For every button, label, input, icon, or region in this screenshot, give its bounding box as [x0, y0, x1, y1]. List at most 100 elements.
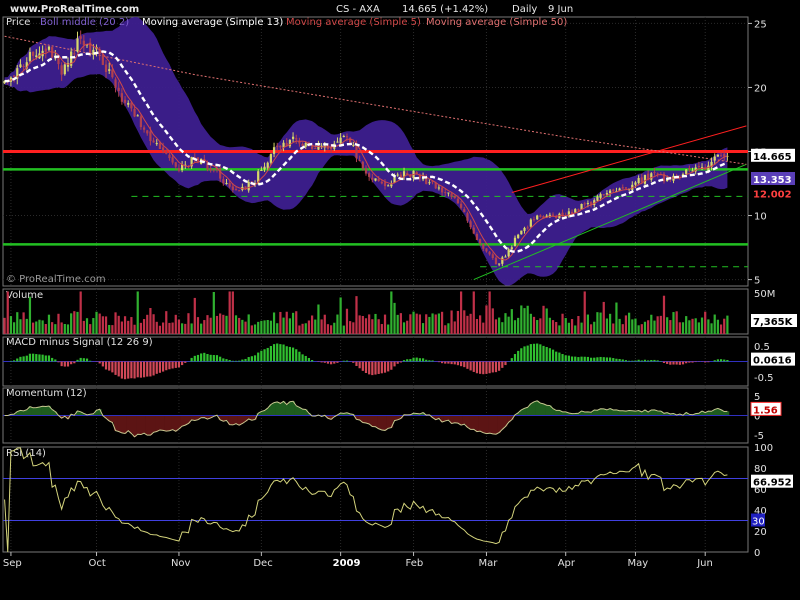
candle-body [459, 203, 463, 208]
candle-body [523, 227, 526, 231]
candle-body [653, 172, 656, 174]
macd-bar [215, 355, 219, 362]
macd-bar [631, 360, 634, 362]
macd-bar [285, 346, 288, 362]
momentum-fill [560, 411, 565, 416]
momentum-fill [370, 415, 375, 427]
macd-bar [104, 361, 108, 370]
candle-body [482, 243, 485, 249]
momentum-fill [155, 415, 159, 432]
volume-bar [390, 291, 393, 334]
volume-bar [507, 316, 510, 334]
volume-bar [501, 322, 504, 334]
candle-body [120, 93, 123, 102]
watermark: © ProRealTime.com [6, 274, 106, 285]
volume-bar [247, 314, 250, 334]
macd-bar [288, 346, 292, 362]
momentum-fill [41, 406, 45, 416]
candle-body [428, 182, 431, 184]
candle-body [158, 142, 162, 149]
candle-body [279, 145, 282, 148]
candle-body [101, 54, 104, 65]
volume-bar [82, 320, 85, 334]
macd-bar [444, 361, 447, 364]
panel-frames [2, 16, 749, 553]
macd-bar [161, 361, 165, 372]
candle-body [517, 234, 520, 239]
macd-bar [323, 361, 326, 363]
macd-bar [589, 357, 593, 362]
candle-body [174, 162, 177, 167]
volume-bar [402, 322, 406, 334]
volume-bar [142, 319, 146, 334]
macd-bar [241, 359, 244, 362]
candle-body [697, 165, 700, 168]
site-title[interactable]: www.ProRealTime.com [10, 4, 139, 15]
candle-body [127, 102, 130, 105]
momentum-fill [535, 400, 540, 416]
candle-body [22, 65, 25, 67]
candle-body [123, 99, 127, 103]
macd-bar [415, 357, 418, 362]
momentum-fill [164, 415, 169, 432]
volume-bar [498, 317, 501, 334]
momentum-fill [174, 415, 178, 432]
volume-bar [615, 302, 618, 334]
macd-bar [453, 361, 456, 365]
candle-body [238, 190, 241, 192]
volume-bar [174, 314, 177, 334]
momentum-fill [554, 410, 559, 416]
macd-bar [41, 354, 44, 362]
macd-bar [257, 352, 260, 362]
macd-bar [536, 343, 539, 362]
candle-body [168, 154, 171, 159]
volume-bar [114, 312, 117, 334]
volume-bar [304, 323, 307, 334]
macd-bar [73, 361, 76, 364]
macd-last-label: 0.0616 [753, 356, 792, 367]
macd-bar [567, 355, 570, 362]
volume-bar [19, 319, 22, 334]
volume-bar [532, 316, 536, 334]
macd-bar [647, 360, 650, 362]
macd-bar [47, 355, 51, 362]
price-legend: Price Boll middle (20 2) Moving average … [6, 17, 567, 28]
macd-bar [342, 360, 345, 362]
volume-bar [257, 321, 260, 334]
candle-body [643, 174, 647, 184]
momentum-fill [469, 415, 473, 430]
momentum-fill [44, 406, 48, 416]
candle-body [35, 55, 38, 57]
volume-bar [92, 318, 95, 334]
candle-body [146, 130, 149, 134]
macd-bar [152, 361, 155, 376]
momentum-fill [532, 401, 536, 416]
candle-body [532, 219, 536, 221]
momentum-fill [377, 415, 381, 429]
macd-bar [602, 357, 605, 362]
candle-body [12, 75, 16, 77]
volume-bar [488, 291, 491, 334]
x-tick-label: Dec [253, 558, 272, 569]
candle-body [314, 148, 317, 150]
candle-body [104, 64, 108, 73]
candle-body [108, 69, 111, 71]
volume-bar [618, 318, 621, 334]
candle-body [586, 203, 590, 205]
volume-bar [35, 321, 38, 334]
momentum-fill [152, 415, 156, 433]
volume-bar [168, 322, 171, 334]
boll-lower-label: 12.002 [753, 190, 792, 201]
candle-body [32, 51, 35, 56]
momentum-last-label: 1.56 [753, 405, 778, 416]
macd-bar [98, 361, 101, 364]
macd-bar [139, 361, 143, 378]
candle-body [142, 127, 146, 130]
volume-bar [66, 324, 70, 334]
volume-bar [291, 312, 295, 334]
volume-bar [479, 315, 482, 334]
macd-bar [542, 345, 545, 362]
volume-bar [713, 314, 716, 334]
momentum-fill [583, 411, 587, 416]
volume-bar [466, 315, 469, 334]
